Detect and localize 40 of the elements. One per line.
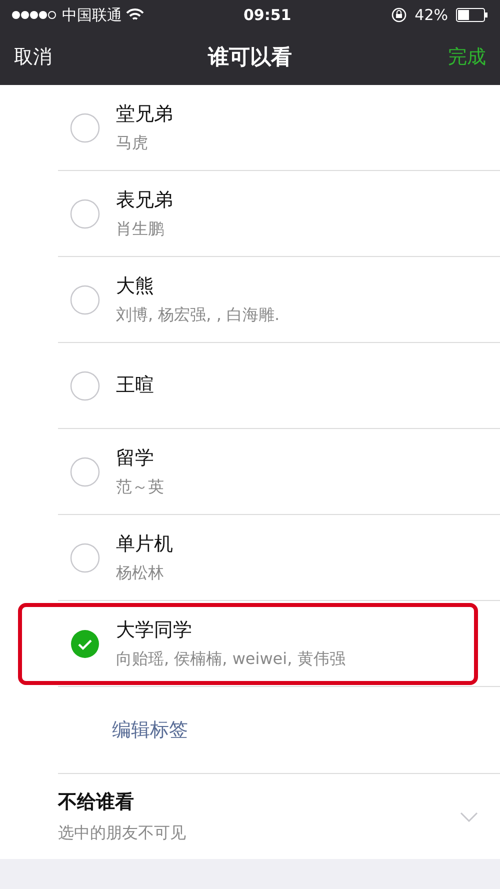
tag-name: 单片机 — [116, 532, 173, 558]
rotation-lock-icon — [390, 7, 407, 23]
radio-circle-icon[interactable] — [70, 542, 100, 572]
tag-row[interactable]: 王暄 — [0, 343, 500, 429]
battery-percent: 42% — [414, 4, 448, 26]
tag-members: 杨松林 — [116, 562, 165, 584]
checked-radio-icon[interactable] — [70, 628, 100, 658]
edit-tags-link[interactable]: 编辑标签 — [112, 716, 188, 744]
tag-row[interactable]: 堂兄弟 马虎 — [0, 85, 500, 171]
radio-circle-icon[interactable] — [70, 198, 100, 228]
radio-circle-icon[interactable] — [70, 112, 100, 142]
tag-name: 王暄 — [116, 373, 154, 398]
cancel-button[interactable]: 取消 — [14, 43, 52, 72]
section-title: 不给谁看 — [58, 790, 135, 816]
wifi-icon — [126, 8, 144, 22]
tag-members: 向贻瑶, 侯楠楠, weiwei, 黄伟强 — [116, 648, 346, 670]
tag-name: 大学同学 — [116, 618, 193, 644]
tag-members: 刘博, 杨宏强, , 白海雕. — [116, 304, 280, 326]
section-subtitle: 选中的朋友不可见 — [58, 822, 186, 844]
tag-row[interactable]: 大熊 刘博, 杨宏强, , 白海雕. — [0, 257, 500, 343]
radio-circle-icon[interactable] — [70, 370, 100, 400]
signal-icon — [12, 10, 58, 20]
tag-members: 范～英 — [116, 476, 164, 498]
tag-members: 肖生鹏 — [116, 218, 165, 240]
battery-icon — [456, 8, 488, 22]
radio-circle-icon[interactable] — [70, 456, 100, 486]
tag-row[interactable]: 表兄弟 肖生鹏 — [0, 171, 500, 257]
tag-name: 堂兄弟 — [116, 102, 173, 128]
carrier-name: 中国联通 — [62, 4, 122, 26]
radio-circle-icon[interactable] — [70, 284, 100, 314]
tag-row[interactable]: 大学同学 向贻瑶, 侯楠楠, weiwei, 黄伟强 — [0, 601, 500, 687]
tag-name: 表兄弟 — [116, 188, 173, 214]
status-time: 09:51 — [243, 4, 292, 26]
tag-name: 留学 — [116, 446, 155, 472]
tag-name: 大熊 — [116, 274, 155, 300]
tag-row[interactable]: 留学 范～英 — [0, 429, 500, 515]
tag-members: 马虎 — [116, 132, 149, 154]
done-button[interactable]: 完成 — [448, 43, 486, 72]
tag-row[interactable]: 单片机 杨松林 — [0, 515, 500, 601]
page-title: 谁可以看 — [208, 44, 292, 71]
